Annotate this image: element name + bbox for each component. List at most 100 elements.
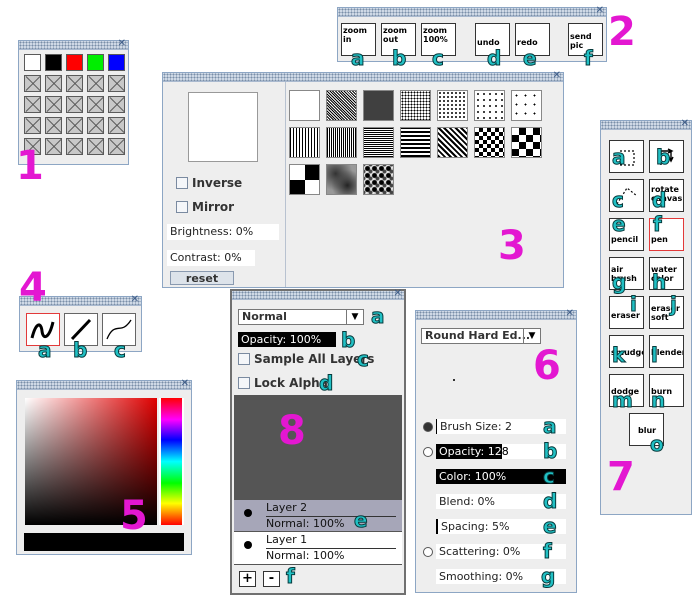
layer-mode: Normal: 100% [266,548,396,562]
close-icon[interactable]: ✕ [566,308,574,320]
contrast-slider[interactable]: Contrast: 0% [167,250,255,266]
label-6g: g [540,564,556,588]
layer-row[interactable]: Layer 2 Normal: 100% [234,499,402,532]
visibility-icon[interactable] [244,509,252,517]
pattern-sparser-dots[interactable] [474,90,505,121]
label-7h: h [651,270,667,294]
color-swatch[interactable] [66,54,83,71]
color-swatch[interactable] [45,54,62,71]
label-7m: m [612,388,634,412]
soft-eraser-tool-button[interactable]: eraser soft [649,296,684,329]
pattern-fine-grid[interactable] [363,90,394,121]
pattern-dense-dots[interactable] [326,90,357,121]
pattern-sparsest-dots[interactable] [511,90,542,121]
layer-row[interactable]: Layer 1 Normal: 100% [234,531,402,565]
color-swatch[interactable] [108,54,125,71]
scattering-radio[interactable] [423,547,433,557]
brush-preview-dot [453,379,455,381]
close-icon[interactable]: ✕ [131,294,139,306]
empty-swatch[interactable] [45,96,62,113]
hue-slider[interactable] [159,398,184,525]
label-8d: d [318,371,334,395]
label-8c: c [357,347,370,371]
pattern-large-checker[interactable] [511,127,542,158]
chevron-down-icon: ▼ [523,329,540,343]
add-layer-button[interactable]: + [239,571,256,587]
label-8e: e [354,508,369,532]
current-color-bar [24,533,184,551]
pattern-blank[interactable] [289,90,320,121]
brightness-slider[interactable]: Brightness: 0% [167,224,279,240]
label-7l: l [651,343,659,367]
empty-swatch[interactable] [45,75,62,92]
mirror-checkbox[interactable] [176,201,188,213]
empty-swatch[interactable] [24,96,41,113]
close-icon[interactable]: ✕ [553,70,561,82]
pattern-diagonal-check[interactable] [437,127,468,158]
label-6c: c [543,464,556,488]
pattern-sparse-dots[interactable] [437,90,468,121]
empty-swatch[interactable] [24,75,41,92]
pattern-clouds[interactable] [326,164,357,195]
label-7i: i [630,292,638,316]
close-icon[interactable]: ✕ [118,38,126,50]
remove-layer-button[interactable]: - [263,571,280,587]
sample-all-checkbox[interactable] [238,353,250,365]
blend-mode-select[interactable]: Normal ▼ [238,309,364,325]
inverse-checkbox[interactable] [176,177,188,189]
pattern-leopard[interactable] [363,164,394,195]
layer-opacity-slider[interactable]: Opacity: 100% [238,332,336,347]
close-icon[interactable]: ✕ [596,5,604,17]
mirror-label: Mirror [192,200,235,214]
empty-swatch[interactable] [87,138,104,155]
empty-swatch[interactable] [108,96,125,113]
reset-button[interactable]: reset [170,271,234,285]
close-icon[interactable]: ✕ [394,288,402,300]
color-swatch[interactable] [24,54,41,71]
brush-size-radio[interactable] [423,422,433,432]
texture-divider [285,82,286,287]
empty-swatch[interactable] [108,117,125,134]
layer-mode: Normal: 100% [266,516,396,530]
pattern-horizontal-lines[interactable] [363,127,394,158]
brush-opacity-value: Opacity: 128 [439,445,509,458]
layers-titlebar[interactable]: ✕ [232,288,404,300]
lock-alpha-checkbox[interactable] [238,377,250,389]
empty-swatch[interactable] [108,75,125,92]
empty-swatch[interactable] [24,117,41,134]
label-7n: n [650,388,666,412]
close-icon[interactable]: ✕ [181,378,189,390]
empty-swatch[interactable] [45,138,62,155]
empty-swatch[interactable] [66,117,83,134]
empty-swatch[interactable] [66,75,83,92]
pattern-vertical-lines[interactable] [289,127,320,158]
tools-titlebar[interactable]: ✕ [601,118,691,130]
empty-swatch[interactable] [66,96,83,113]
texture-titlebar[interactable]: ✕ [163,70,563,82]
empty-swatch[interactable] [87,96,104,113]
brush-titlebar[interactable]: ✕ [416,308,576,320]
empty-swatch[interactable] [87,75,104,92]
pattern-horizontal-lines-wide[interactable] [400,127,431,158]
empty-swatch[interactable] [87,117,104,134]
label-8f: f [286,564,296,588]
close-icon[interactable]: ✕ [681,118,689,130]
pattern-small-checker[interactable] [474,127,505,158]
palette-titlebar[interactable]: ✕ [19,38,128,50]
eraser-tool-button[interactable]: eraser [609,296,644,329]
empty-swatch[interactable] [66,138,83,155]
pattern-vertical-lines-fine[interactable] [326,127,357,158]
visibility-icon[interactable] [244,541,252,549]
pattern-grid-dots[interactable] [400,90,431,121]
toolbar-titlebar[interactable]: ✕ [338,5,606,17]
brush-tip-select[interactable]: Round Hard Ed... ▼ [421,328,541,344]
color-titlebar[interactable]: ✕ [17,378,191,390]
color-swatch[interactable] [87,54,104,71]
empty-swatch[interactable] [45,117,62,134]
label-8b: b [340,328,356,352]
pattern-quad-checker[interactable] [289,164,320,195]
opacity-radio[interactable] [423,447,433,457]
texture-preview [188,92,258,162]
label-3: 3 [498,223,526,269]
empty-swatch[interactable] [108,138,125,155]
